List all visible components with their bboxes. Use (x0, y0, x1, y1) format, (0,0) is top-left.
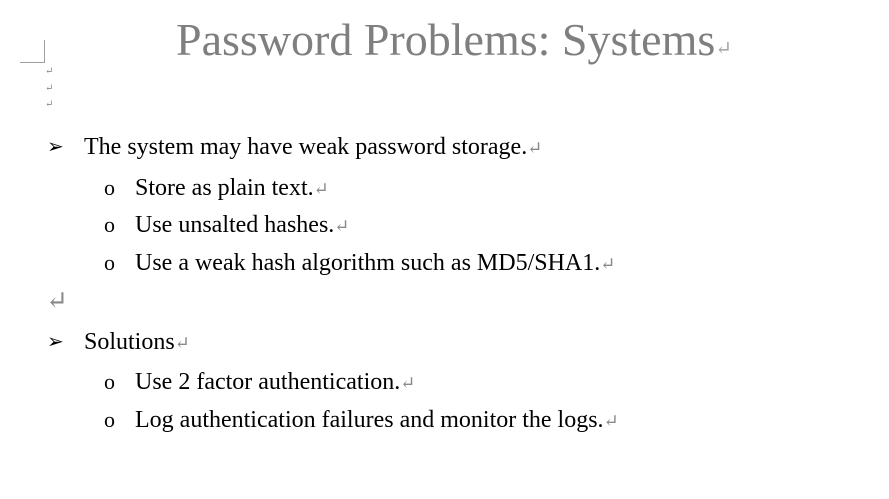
circle-bullet-icon: o (104, 212, 115, 237)
sub-list-item[interactable]: o Use a weak hash algorithm such as MD5/… (104, 248, 616, 279)
arrow-bullet-icon: ➢ (47, 136, 64, 158)
paragraph-mark: ↵ (334, 216, 350, 236)
page-margin-corner-marker (20, 40, 45, 63)
paragraph-mark: ↵ (527, 138, 543, 158)
paragraph-mark: ↵ (174, 333, 190, 353)
paragraph-mark: ↵ (600, 254, 616, 274)
empty-paragraph-mark: ↵ (45, 66, 54, 77)
empty-paragraph-mark: ↵ (45, 83, 54, 94)
page-title: Password Problems: Systems↵ (176, 12, 768, 77)
sub-list-item[interactable]: o Use 2 factor authentication.↵ (104, 367, 416, 398)
list-item-text: Solutions (84, 329, 175, 355)
sub-list-item-text: Log authentication failures and monitor … (135, 407, 604, 433)
empty-paragraph-mark: ↵ (45, 99, 54, 110)
paragraph-mark: ↵ (400, 373, 416, 393)
sub-list-item-text: Use 2 factor authentication. (135, 369, 401, 395)
circle-bullet-icon: o (104, 407, 115, 432)
sub-list-item-text: Use unsalted hashes. (135, 212, 335, 238)
sub-list-item[interactable]: o Log authentication failures and monito… (104, 405, 619, 436)
list-item[interactable]: ➢ The system may have weak password stor… (47, 132, 543, 163)
empty-paragraph-mark: ↵ (46, 286, 68, 315)
sub-list-item[interactable]: o Use unsalted hashes.↵ (104, 210, 350, 241)
title-text: Password Problems: Systems (176, 14, 716, 65)
title-paragraph-mark: ↵ (715, 38, 733, 60)
sub-list-item[interactable]: o Store as plain text.↵ (104, 173, 329, 204)
circle-bullet-icon: o (104, 250, 115, 275)
list-item[interactable]: ➢ Solutions↵ (47, 327, 190, 358)
sub-list-item-text: Store as plain text. (135, 175, 314, 201)
paragraph-mark: ↵ (313, 179, 329, 199)
circle-bullet-icon: o (104, 175, 115, 200)
paragraph-mark: ↵ (603, 411, 619, 431)
arrow-bullet-icon: ➢ (47, 331, 64, 353)
sub-list-item-text: Use a weak hash algorithm such as MD5/SH… (135, 250, 601, 276)
list-item-text: The system may have weak password storag… (84, 134, 528, 160)
circle-bullet-icon: o (104, 369, 115, 394)
